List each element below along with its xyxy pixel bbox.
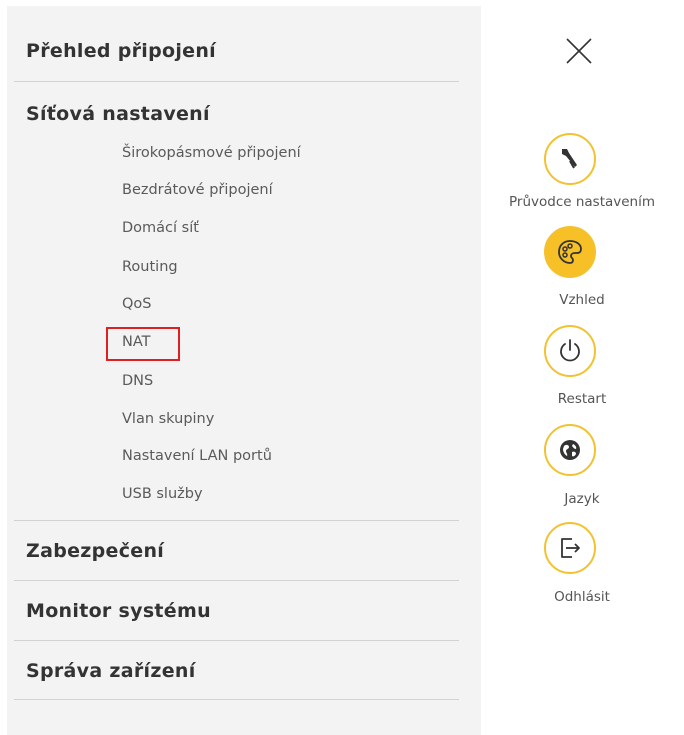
- setup-wizard-button[interactable]: [544, 133, 596, 185]
- submenu-lan-ports[interactable]: Nastavení LAN portů: [122, 448, 272, 464]
- language-button[interactable]: [544, 424, 596, 476]
- divider: [14, 580, 459, 581]
- power-icon: [560, 339, 580, 362]
- submenu-broadband[interactable]: Širokopásmové připojení: [122, 145, 301, 161]
- submenu-qos[interactable]: QoS: [122, 296, 152, 312]
- divider: [14, 699, 459, 700]
- menu-security[interactable]: Zabezpečení: [26, 540, 164, 562]
- submenu-dns[interactable]: DNS: [122, 373, 153, 389]
- palette-icon: [558, 240, 582, 264]
- theme-label: Vzhled: [559, 292, 605, 308]
- setup-wizard-label: Průvodce nastavením: [508, 194, 656, 210]
- submenu-home-network[interactable]: Domácí síť: [122, 220, 199, 236]
- theme-button[interactable]: [544, 226, 596, 278]
- menu-network-settings[interactable]: Síťová nastavení: [26, 103, 210, 125]
- divider: [14, 640, 459, 641]
- close-button[interactable]: [565, 37, 593, 65]
- submenu-vlan-groups[interactable]: Vlan skupiny: [122, 411, 214, 427]
- menu-overview[interactable]: Přehled připojení: [26, 40, 216, 62]
- submenu-usb-services[interactable]: USB služby: [122, 486, 203, 502]
- logout-button[interactable]: [544, 522, 596, 574]
- menu-system-monitor[interactable]: Monitor systému: [26, 600, 211, 622]
- divider: [14, 520, 459, 521]
- restart-label: Restart: [557, 391, 607, 407]
- language-label: Jazyk: [564, 491, 600, 507]
- logout-icon: [561, 538, 580, 558]
- submenu-routing[interactable]: Routing: [122, 259, 178, 275]
- menu-device-management[interactable]: Správa zařízení: [26, 660, 196, 682]
- wizard-wand-icon: [562, 149, 577, 169]
- logout-label: Odhlásit: [554, 589, 610, 605]
- close-icon: [566, 38, 592, 64]
- close-bar-extension: [594, 48, 679, 61]
- restart-button[interactable]: [544, 325, 596, 377]
- nat-highlight-box: [106, 327, 180, 361]
- divider: [14, 81, 459, 82]
- globe-icon: [560, 440, 580, 460]
- submenu-wireless[interactable]: Bezdrátové připojení: [122, 182, 273, 198]
